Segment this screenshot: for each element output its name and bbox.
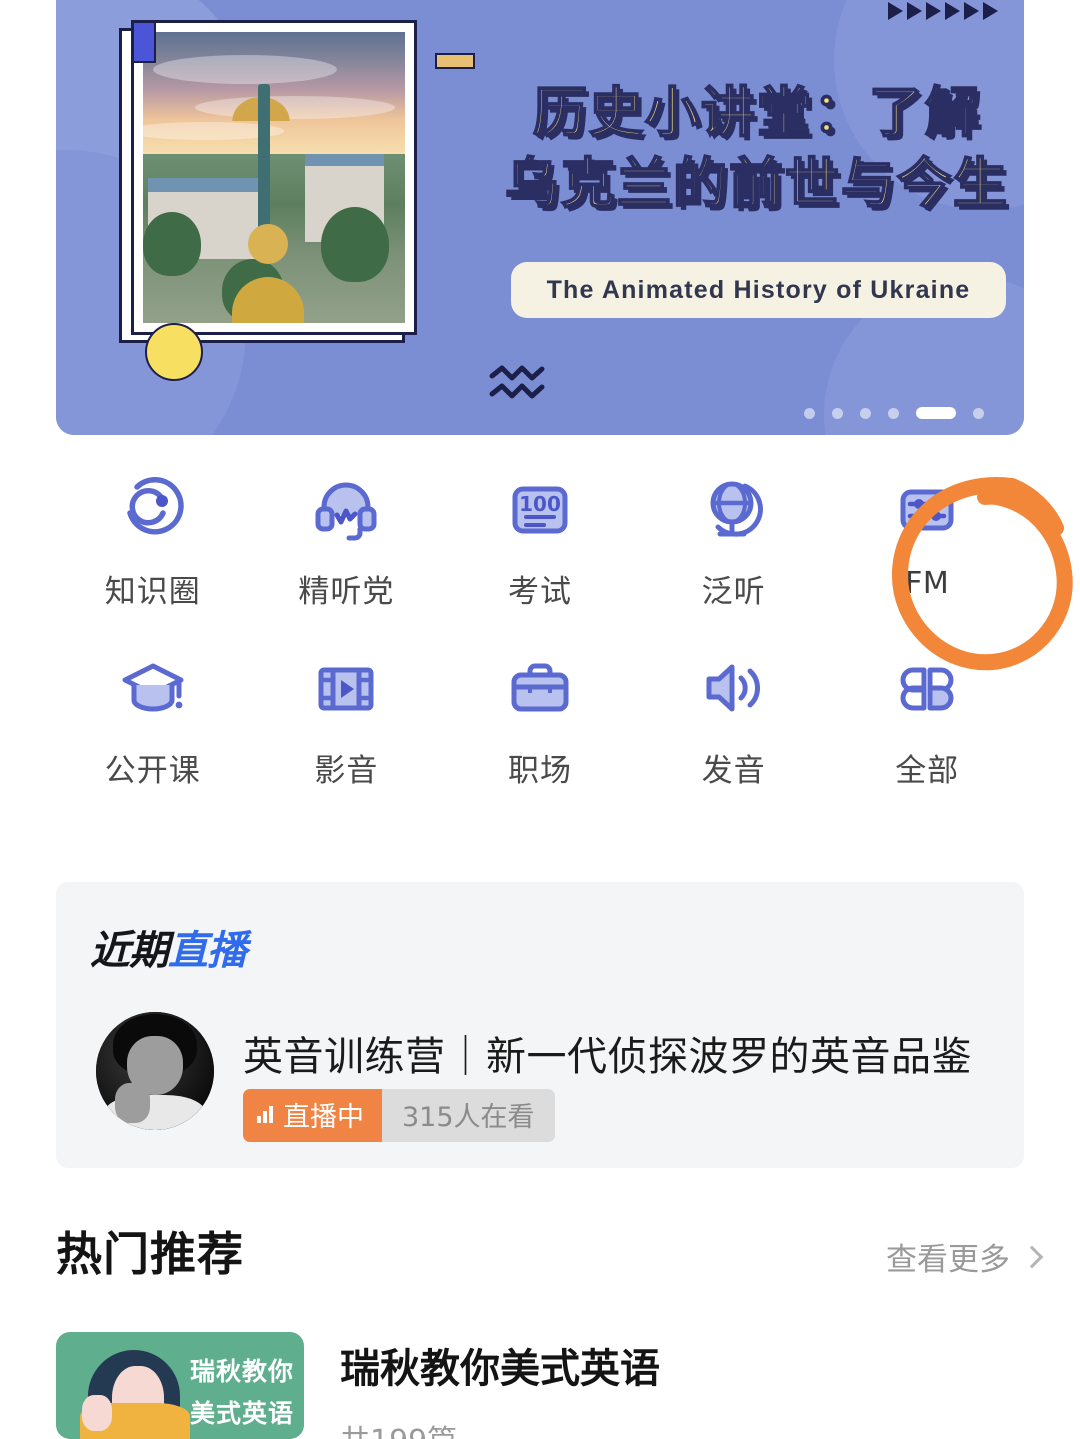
banner-subtitle: The Animated History of Ukraine <box>546 275 971 304</box>
banner-title-line2: 乌克兰的前世与今生 <box>504 153 1009 215</box>
banner-title-line1: 历史小讲堂：了解 <box>532 82 981 144</box>
recommendation-info: 瑞秋教你美式英语 共199篇 <box>340 1332 660 1439</box>
banner-blue-accent <box>132 21 156 63</box>
grid-item-label: 公开课 <box>104 753 201 789</box>
grid-item-label: 考试 <box>507 574 572 610</box>
carousel-dot[interactable] <box>804 407 815 419</box>
knowledge-circle-icon <box>114 470 192 548</box>
grid-item-label: 精听党 <box>298 574 395 610</box>
promo-banner-carousel[interactable]: 历史小讲堂：了解 乌克兰的前世与今生 The Animated History … <box>56 0 1024 435</box>
grid-item-fayin[interactable]: 发音 <box>637 649 831 790</box>
carousel-dot[interactable] <box>973 407 984 419</box>
recommendation-count: 共199篇 <box>340 1416 660 1439</box>
banner-title: 历史小讲堂：了解 乌克兰的前世与今生 <box>492 78 1022 221</box>
carousel-dots[interactable] <box>804 407 984 419</box>
thumbnail-text-line1: 瑞秋教你 <box>189 1357 294 1386</box>
svg-text:100: 100 <box>519 492 561 516</box>
list-item[interactable]: 瑞秋教你 美式英语 瑞秋教你美式英语 共199篇 <box>56 1332 1024 1439</box>
banner-yellow-circle <box>145 323 203 381</box>
grid-item-jingtingdang[interactable]: 精听党 <box>250 470 444 611</box>
live-heading-black: 近期 <box>90 928 169 974</box>
live-status-badges: 直播中 315人在看 <box>243 1089 555 1142</box>
score-100-card-icon: 100 <box>501 470 579 548</box>
speaker-volume-icon <box>695 649 773 727</box>
live-host-avatar[interactable] <box>96 1012 214 1130</box>
grid-item-kaoshi[interactable]: 100 考试 <box>443 470 637 611</box>
film-play-icon <box>307 649 385 727</box>
aquarius-wave-icon <box>489 365 545 399</box>
hot-section-title: 热门推荐 <box>56 1227 244 1281</box>
grid-item-label: 知识圈 <box>104 574 201 610</box>
carousel-dot[interactable] <box>832 407 843 419</box>
fm-sliders-icon <box>888 470 966 548</box>
grid-item-label: 泛听 <box>701 574 766 610</box>
briefcase-icon <box>501 649 579 727</box>
banner-photo <box>119 20 419 343</box>
grid-item-label: 职场 <box>507 753 572 789</box>
banner-orange-accent <box>435 53 475 69</box>
globe-icon <box>695 470 773 548</box>
grid-item-gongkaike[interactable]: 公开课 <box>56 649 250 790</box>
chevron-right-icon <box>1020 1245 1044 1268</box>
recommendation-thumbnail: 瑞秋教你 美式英语 <box>56 1332 304 1439</box>
grid-item-fm[interactable]: FM <box>830 470 1024 611</box>
signal-bars-icon <box>257 1106 273 1123</box>
live-heading-blue: 直播 <box>168 928 247 974</box>
view-more-label: 查看更多 <box>886 1242 1010 1278</box>
banner-subtitle-pill: The Animated History of Ukraine <box>511 262 1006 318</box>
grid-item-label: 影音 <box>314 753 379 789</box>
carousel-dot[interactable] <box>888 407 899 419</box>
headphones-icon <box>307 470 385 548</box>
recommendation-name: 瑞秋教你美式英语 <box>340 1346 660 1392</box>
grid-item-zhishiquan[interactable]: 知识圈 <box>56 470 250 611</box>
live-stream-title[interactable]: 英音训练营｜新一代侦探波罗的英音品鉴 <box>243 1024 972 1082</box>
grid-item-zhichang[interactable]: 职场 <box>443 649 637 790</box>
status-badge-label: 直播中 <box>283 1102 364 1133</box>
grid-item-quanbu[interactable]: 全部 <box>830 649 1024 790</box>
grid-item-label: 全部 <box>895 753 960 789</box>
view-more-link[interactable]: 查看更多 <box>886 1234 1044 1279</box>
thumbnail-text-line2: 美式英语 <box>189 1399 294 1428</box>
grid-item-yingyin[interactable]: 影音 <box>250 649 444 790</box>
category-icon-grid: 知识圈 精听党 100 考试 泛听 FM 公开课 影音 职场 发音 全部 <box>56 470 1024 790</box>
grid-item-fanting[interactable]: 泛听 <box>637 470 831 611</box>
banner-arrows-decor <box>888 2 998 20</box>
grid-all-icon <box>888 649 966 727</box>
grid-item-label: 发音 <box>701 753 766 789</box>
live-section-heading: 近期直播 <box>90 918 247 976</box>
viewer-count-badge: 315人在看 <box>382 1089 555 1142</box>
status-badge: 直播中 <box>243 1089 382 1142</box>
carousel-dot[interactable] <box>860 407 871 419</box>
app-home-screen: 历史小讲堂：了解 乌克兰的前世与今生 The Animated History … <box>0 0 1080 1439</box>
graduation-cap-icon <box>114 649 192 727</box>
grid-item-label: FM <box>905 566 950 601</box>
carousel-dot-active[interactable] <box>916 407 956 419</box>
